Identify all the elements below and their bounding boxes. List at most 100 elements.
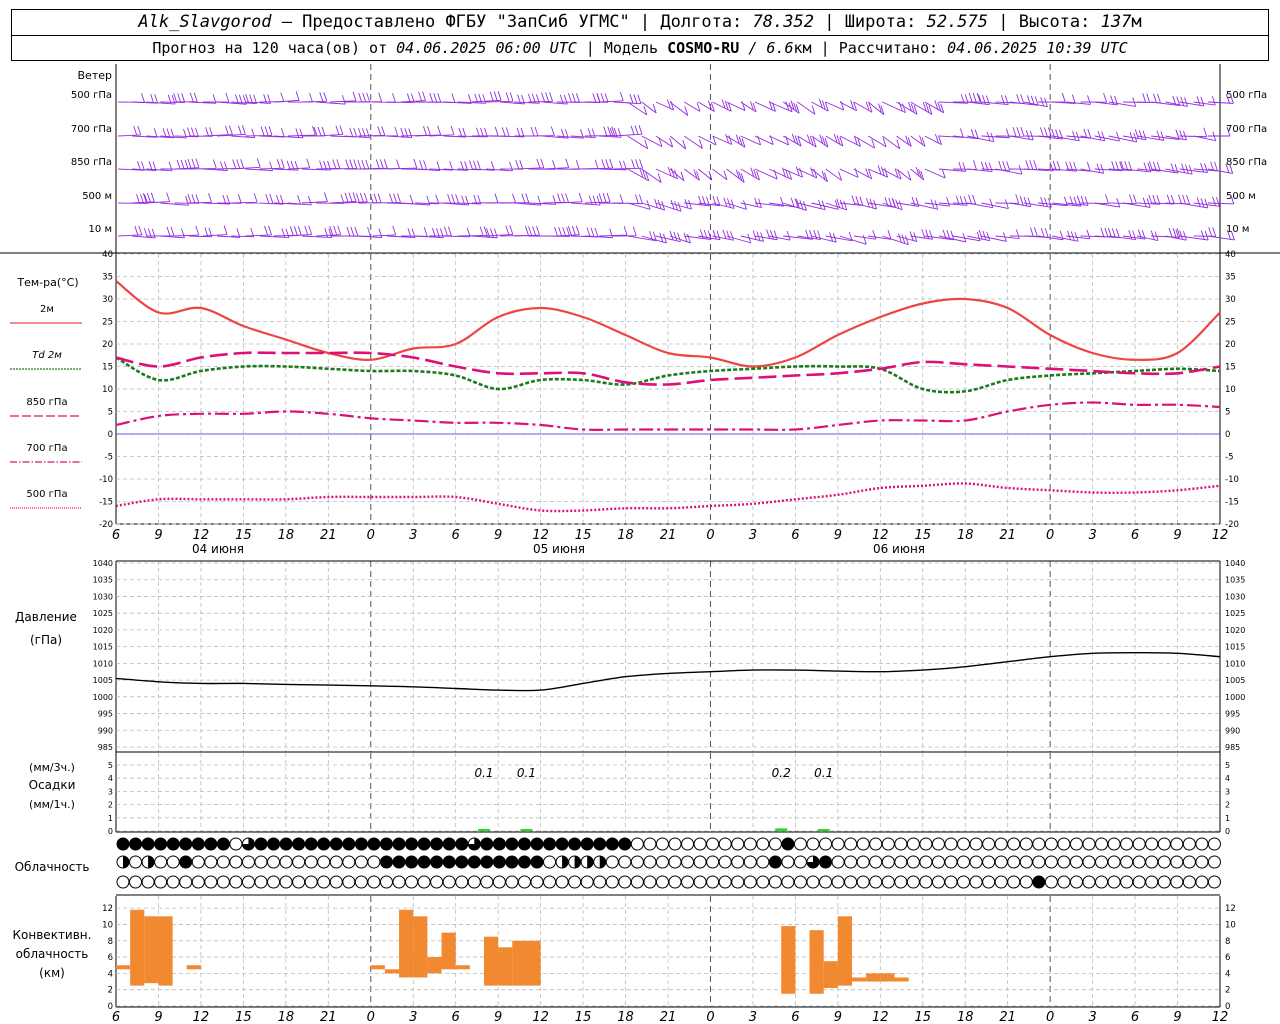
wind-barb [117, 225, 143, 237]
wind-barb [896, 168, 912, 181]
wind-barb-feather [1142, 130, 1147, 140]
cloud-circle [455, 837, 469, 851]
wind-barb-feather [603, 126, 608, 136]
cloud-circle [392, 837, 406, 851]
cloud-symbol [881, 837, 895, 851]
cloud-symbol [480, 875, 494, 889]
wind-barb [811, 168, 828, 183]
wind-barb [669, 101, 689, 116]
cloud-symbol [517, 875, 531, 889]
cloud-symbol [191, 855, 205, 869]
wind-barb-feather [904, 235, 909, 245]
cloud-circle [204, 855, 218, 869]
wind-barb [344, 92, 371, 103]
wind-barb-feather [1133, 194, 1137, 204]
wind-barb-feather [605, 159, 610, 169]
cloud-symbol [555, 837, 569, 851]
pres-ytick-left: 1015 [93, 643, 113, 652]
wind-barb-feather [1076, 195, 1081, 205]
cloud-symbol [593, 855, 607, 869]
conv-ytick-left: 8 [108, 937, 113, 947]
wind-barb-feather [1072, 131, 1076, 141]
wind-barb-feather [435, 194, 440, 204]
wind-barb-feather [1211, 95, 1216, 106]
wind-barb-feather [482, 94, 487, 104]
cloud-circle [455, 855, 469, 869]
cloud-circle [1032, 875, 1046, 889]
wind-barb-feather [422, 91, 426, 101]
wind-barb-feather [251, 128, 256, 138]
wind-barb-feather [633, 94, 638, 104]
wind-barb-feather [677, 232, 681, 242]
conv-xtick: 6 [452, 1010, 460, 1024]
temp-ytick-right: 25 [1225, 318, 1236, 328]
cloud-circle [254, 855, 268, 869]
temp-xtick: 3 [749, 528, 757, 543]
wind-barb-feather [1170, 194, 1175, 205]
cloud-circle [191, 855, 205, 869]
cloud-circle [1057, 837, 1071, 851]
wind-barb [1009, 130, 1034, 141]
wind-barb-feather [743, 200, 747, 210]
wind-barb-feather [1178, 194, 1182, 204]
wind-barb-feather [565, 158, 570, 168]
wind-barb [613, 159, 644, 170]
cloud-symbol [1107, 875, 1121, 889]
pres-ytick-left: 985 [98, 743, 113, 752]
cloud-symbol [869, 875, 883, 889]
cloud-symbol [1069, 837, 1083, 851]
cloud-circle [580, 875, 594, 889]
cloud-circle [743, 875, 757, 889]
cloud-circle [693, 837, 707, 851]
wind-barb-feather [348, 192, 353, 202]
cloud-circle [179, 855, 193, 869]
conv-xtick: 0 [367, 1010, 375, 1024]
cloud-symbol [957, 855, 971, 869]
wind-barb-feather [1216, 197, 1220, 207]
cloud-circle [304, 837, 318, 851]
cloud-symbol [254, 837, 268, 851]
wind-barb-feather [515, 160, 520, 170]
prec-ytick-right: 4 [1225, 774, 1230, 783]
wind-barb [429, 160, 454, 171]
wind-level-label-left: 700 гПа [71, 124, 112, 135]
wind-barb-feather [427, 126, 431, 136]
cloud-symbol [1057, 855, 1071, 869]
wind-barb-feather [195, 225, 200, 236]
wind-barb-feather [1156, 130, 1161, 140]
wind-barb [726, 233, 752, 244]
conv-xtick: 15 [914, 1010, 931, 1024]
wind-barb-feather [191, 127, 195, 137]
conv-xtick: 9 [1173, 1010, 1181, 1024]
cloud-symbol [1069, 855, 1083, 869]
cloud-circle [819, 855, 833, 869]
cloud-symbol [969, 855, 983, 869]
wind-barb-feather [276, 159, 281, 169]
wind-barb-feather [1040, 196, 1045, 207]
temp-ytick-right: 20 [1225, 340, 1236, 350]
cloud-circle [881, 875, 895, 889]
convective-panel: 0 0 2 2 4 4 6 6 8 8 10 10 12 12 Конвективн. облачность (… [13, 904, 1236, 1012]
wind-level-label-right: 10 м [1226, 224, 1249, 235]
wind-barb-shaft [740, 101, 757, 113]
wind-barb-feather [451, 93, 456, 103]
temp-ytick-left: 15 [102, 363, 113, 373]
wind-barb-feather [260, 126, 265, 136]
wind-barb-feather [1086, 162, 1091, 172]
wind-barb-feather [1006, 161, 1011, 171]
wind-barb-feather [1012, 127, 1017, 137]
wind-barb-feather [1181, 163, 1186, 173]
cloud-circle [191, 837, 205, 851]
wind-barb-feather [289, 226, 294, 236]
wind-barb-feather [1100, 164, 1105, 174]
cloud-circle [367, 875, 381, 889]
cloud-symbol [793, 875, 807, 889]
wind-barb-feather [752, 230, 757, 240]
cloud-circle [1207, 875, 1221, 889]
cloud-circle [1182, 875, 1196, 889]
wind-barb [457, 226, 488, 237]
cloud-symbol [1157, 875, 1171, 889]
wind-barb-feather [1056, 160, 1061, 171]
cloud-circle [1019, 855, 1033, 869]
cloud-symbol [467, 855, 481, 869]
